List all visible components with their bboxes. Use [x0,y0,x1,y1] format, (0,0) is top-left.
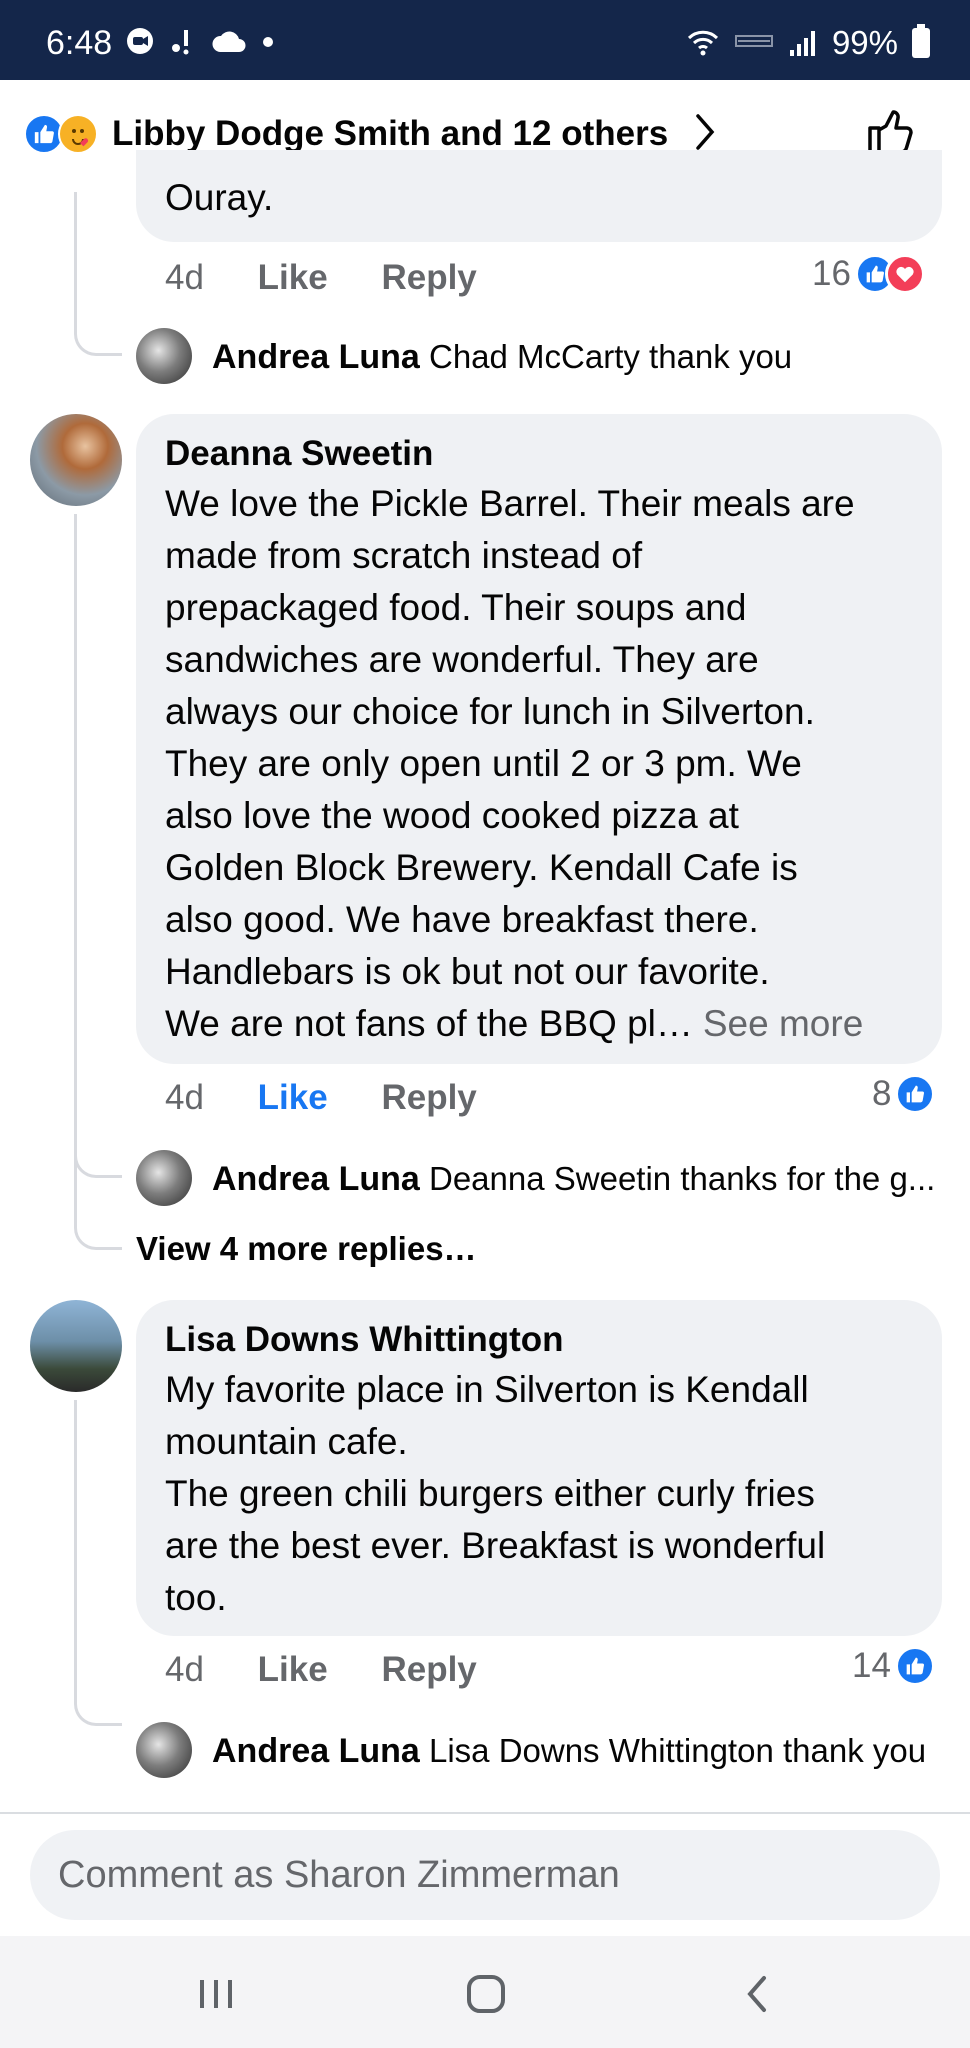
dot-icon [263,37,273,47]
comment-text: My favorite place in Silverton is Kendal… [165,1369,826,1618]
status-time: 6:48 [46,24,113,62]
reply-text: Deanna Sweetin thanks for the g... [428,1160,936,1197]
comment-author[interactable]: Lisa Downs Whittington [165,1320,564,1360]
reactions-summary[interactable]: Libby Dodge Smith and 12 others [112,114,668,154]
comment-bubble[interactable]: Ouray. [136,150,942,242]
thread-line [74,514,77,1214]
comment-text: Ouray. [165,177,274,218]
reply-connector [74,1122,122,1178]
notification-icons [124,26,276,58]
reaction-icons [24,114,98,154]
see-more-link[interactable]: See more [703,1003,863,1044]
comment-actions: 4d Like Reply [165,1078,521,1118]
battery-icon [912,24,930,58]
comment-actions: 4d Like Reply [165,1650,521,1690]
like-button[interactable]: Like [258,258,328,297]
reaction-count-value: 8 [872,1074,892,1113]
alert-icon [172,30,189,55]
recent-apps-icon[interactable] [196,1974,236,2014]
like-reaction-icon [895,1074,936,1114]
reply-text: Lisa Downs Whittington thank you [428,1732,927,1769]
comment-age: 4d [165,1650,204,1689]
reply-author[interactable]: Andrea Luna [212,1732,420,1770]
status-right: 99% [686,24,930,62]
reply-button[interactable]: Reply [381,258,476,297]
reply-button[interactable]: Reply [381,1650,476,1689]
signal-icon [789,31,815,56]
like-reaction-icon [894,1646,935,1686]
wifi-icon [687,30,718,56]
reaction-count[interactable]: 8 [872,1074,936,1114]
comment-bubble[interactable]: Deanna Sweetin We love the Pickle Barrel… [136,414,942,1064]
reply-author[interactable]: Andrea Luna [212,338,420,376]
messenger-icon [127,28,153,54]
avatar[interactable] [30,414,122,506]
comment-author[interactable]: Deanna Sweetin [165,434,433,474]
reply-preview[interactable]: Andrea Luna Lisa Downs Whittington thank… [212,1732,952,1771]
reply-button[interactable]: Reply [381,1078,476,1117]
reply-preview[interactable]: Andrea Luna Chad McCarty thank you [212,338,952,377]
comment-input[interactable]: Comment as Sharon Zimmerman [30,1830,940,1920]
comment-age: 4d [165,1078,204,1117]
like-button[interactable]: Like [258,1650,328,1689]
avatar[interactable] [136,1722,192,1778]
chevron-right-icon[interactable] [692,110,720,154]
avatar[interactable] [30,1300,122,1392]
comment-input-placeholder: Comment as Sharon Zimmerman [58,1854,620,1896]
cloud-icon [212,31,246,52]
reply-author[interactable]: Andrea Luna [212,1160,420,1198]
reaction-count-value: 16 [812,254,851,293]
back-icon[interactable] [740,1972,774,2016]
system-nav-bar [0,1936,970,2048]
avatar[interactable] [136,328,192,384]
reaction-count[interactable]: 14 [852,1646,935,1686]
comment-actions: 4d Like Reply [165,258,521,298]
home-icon[interactable] [464,1972,508,2016]
reaction-count-value: 14 [852,1646,891,1685]
status-bar: 6:48 99% [0,0,970,80]
comment-text: We love the Pickle Barrel. Their meals a… [165,483,855,1044]
like-button[interactable]: Like [258,1078,328,1117]
care-reaction-icon [58,114,98,154]
view-more-replies-link[interactable]: View 4 more replies… [136,1230,477,1268]
comment-age: 4d [165,258,204,297]
lte-icon [734,35,773,47]
avatar[interactable] [136,1150,192,1206]
reply-connector [74,300,122,356]
reply-preview[interactable]: Andrea Luna Deanna Sweetin thanks for th… [212,1160,952,1199]
comment-bubble[interactable]: Lisa Downs Whittington My favorite place… [136,1300,942,1636]
reply-text: Chad McCarty thank you [428,338,793,375]
more-replies-connector [74,1190,122,1250]
reaction-count[interactable]: 16 [812,254,925,294]
comment-composer-bar: Comment as Sharon Zimmerman [0,1812,970,1936]
love-reaction-icon [884,254,925,294]
thread-line [74,1400,77,1700]
battery-percent: 99% [831,24,898,61]
reply-connector [74,1670,122,1726]
comment-body: We love the Pickle Barrel. Their meals a… [165,478,935,1050]
